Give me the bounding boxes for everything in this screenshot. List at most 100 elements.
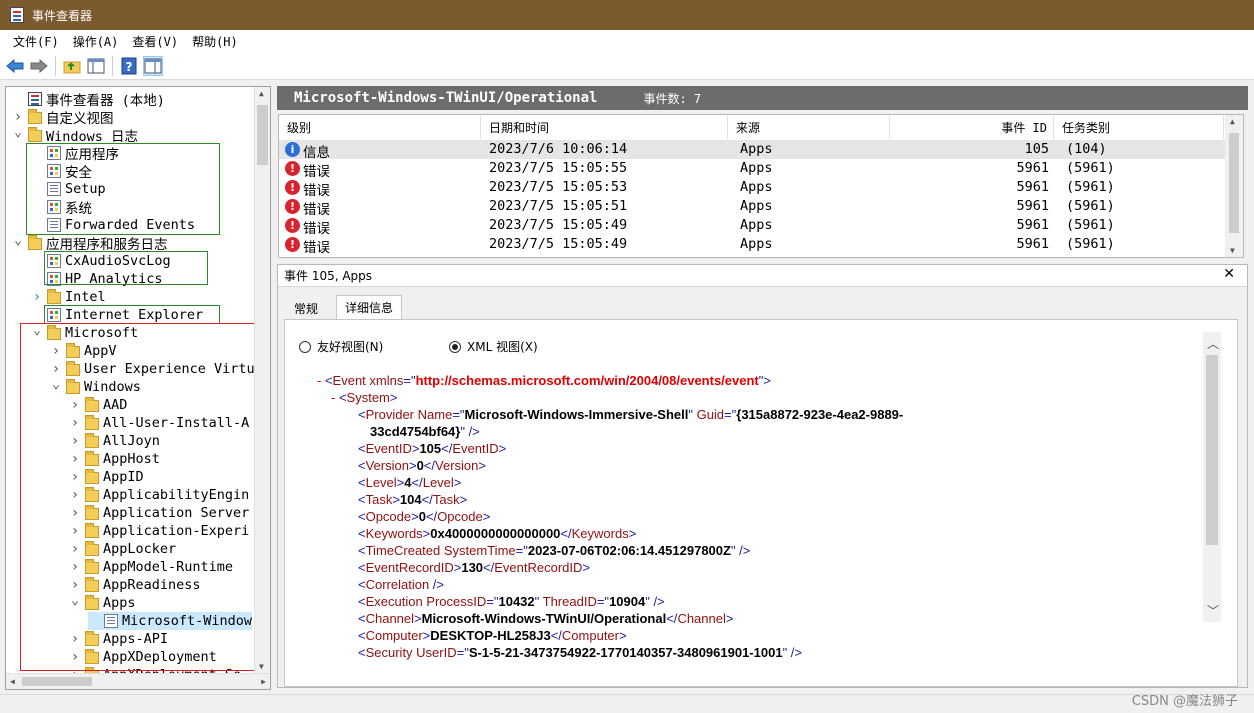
chevron-down-icon[interactable]: ⌄ <box>50 377 62 392</box>
xml-view[interactable]: - <Event xmlns="http://schemas.microsoft… <box>307 360 1203 662</box>
tree-item[interactable]: 事件查看器 (本地) <box>12 90 165 109</box>
tree-item[interactable]: Forwarded Events <box>31 216 195 234</box>
chevron-right-icon[interactable]: › <box>69 649 81 665</box>
event-row[interactable]: ! 错误 2023/7/5 15:05:49 Apps 5961 (5961) <box>279 235 1225 256</box>
tree-item[interactable]: Internet Explorer <box>31 306 203 324</box>
chevron-right-icon[interactable]: › <box>12 109 24 125</box>
column-header[interactable]: 日期和时间 <box>481 115 728 139</box>
tree-item[interactable]: ⌄ Microsoft <box>31 323 138 342</box>
event-list[interactable]: 级别 日期和时间 来源 事件 ID 任务类别 i 信息 2023/7/6 10:06:14 A… <box>278 114 1244 258</box>
properties-pane-icon[interactable] <box>143 55 163 76</box>
chevron-right-icon[interactable]: › <box>50 361 62 377</box>
xml-view-radio[interactable]: XML 视图(X) <box>449 338 538 355</box>
menu-item-3[interactable]: 帮助(H) <box>185 33 245 50</box>
chevron-right-icon[interactable]: › <box>69 559 81 575</box>
log-header-bar: Microsoft-Windows-TWinUI/Operational 事件数… <box>277 86 1248 110</box>
tree-item[interactable]: ⌄ Windows <box>50 377 141 396</box>
chevron-right-icon[interactable]: › <box>69 397 81 413</box>
menu-item-1[interactable]: 操作(A) <box>66 33 126 50</box>
tree-item[interactable]: › AllJoyn <box>69 432 160 450</box>
chevron-right-icon[interactable]: › <box>69 577 81 593</box>
tree-item[interactable]: › AppLocker <box>69 540 176 558</box>
tree-item[interactable]: › All-User-Install-A <box>69 414 249 432</box>
tree-horizontal-scrollbar[interactable]: ◀ ▶ <box>6 673 270 689</box>
tree-item[interactable]: HP Analytics <box>31 270 163 288</box>
help-icon[interactable]: ? <box>119 56 139 76</box>
chevron-right-icon[interactable]: › <box>31 289 43 305</box>
tree-item[interactable]: › AppXDeployment <box>69 648 217 666</box>
tree-item[interactable]: › 自定义视图 <box>12 108 114 127</box>
tree-item[interactable]: › AppV <box>50 342 117 360</box>
tab-general[interactable]: 常规 <box>286 297 326 319</box>
up-folder-icon[interactable] <box>62 56 82 76</box>
close-icon[interactable]: ✕ <box>1223 266 1235 282</box>
tree-item[interactable]: 应用程序 <box>31 144 119 163</box>
xml-view-scrollbar[interactable]: ︿ ﹀ <box>1203 332 1221 622</box>
chevron-right-icon[interactable]: › <box>69 523 81 539</box>
tree-vertical-scrollbar[interactable]: ▲ ▼ <box>254 87 270 673</box>
chevron-right-icon[interactable]: › <box>69 505 81 521</box>
tree-item[interactable]: › Application-Experi <box>69 522 249 540</box>
column-header[interactable]: 事件 ID <box>890 115 1054 139</box>
folder-icon <box>28 108 42 124</box>
tree-item[interactable]: ⌄ Windows 日志 <box>12 125 138 146</box>
chevron-right-icon[interactable]: › <box>50 343 62 359</box>
forward-arrow-icon[interactable] <box>29 56 49 76</box>
column-header[interactable]: 任务类别 <box>1054 115 1224 139</box>
event-row[interactable]: ! 错误 2023/7/5 15:05:51 Apps 5961 (5961) <box>279 197 1225 218</box>
tree-item[interactable]: › AppID <box>69 468 144 486</box>
tree-item[interactable]: Setup <box>31 180 106 198</box>
chevron-right-icon[interactable]: › <box>69 487 81 503</box>
tree-item[interactable]: CxAudioSvcLog <box>31 252 171 270</box>
tree-item[interactable]: › Apps-API <box>69 630 168 648</box>
event-datetime: 2023/7/5 15:05:49 <box>489 236 628 252</box>
tree-item-label: 事件查看器 (本地) <box>46 93 165 109</box>
event-level: 错误 <box>303 221 330 237</box>
chevron-right-icon[interactable]: › <box>69 451 81 467</box>
menu-item-2[interactable]: 查看(V) <box>125 33 185 50</box>
event-list-scrollbar[interactable]: ▲ ▼ <box>1225 115 1243 257</box>
event-level: 错误 <box>303 240 330 256</box>
tree-item[interactable]: ⌄ Apps <box>69 593 135 612</box>
tree-item[interactable]: › User Experience Virtu <box>50 360 255 378</box>
event-source: Apps <box>740 236 773 252</box>
show-hide-tree-icon[interactable] <box>86 56 106 76</box>
tree-item[interactable]: ⌄ 应用程序和服务日志 <box>12 233 167 254</box>
radio-circle-selected <box>449 340 461 353</box>
chevron-down-icon[interactable]: ⌄ <box>12 125 24 140</box>
chevron-right-icon[interactable]: › <box>69 541 81 557</box>
tree-item[interactable]: 安全 <box>31 162 92 181</box>
chevron-down-icon[interactable]: ⌄ <box>31 323 43 338</box>
event-row[interactable]: ! 错误 2023/7/5 15:05:49 Apps 5961 (5961) <box>279 216 1225 237</box>
event-row-partial[interactable] <box>279 254 1225 257</box>
chevron-down-icon[interactable]: ⌄ <box>69 593 81 608</box>
navigation-tree[interactable]: 事件查看器 (本地) › 自定义视图 ⌄ Windows 日志 应用程序 安全 Setup 系统… <box>5 86 271 690</box>
menu-item-0[interactable]: 文件(F) <box>6 33 66 50</box>
tree-item[interactable]: › AAD <box>69 396 127 414</box>
tree-item[interactable]: › AppReadiness <box>69 576 201 594</box>
tree-item[interactable]: Microsoft-Window <box>88 612 253 630</box>
chevron-down-icon[interactable]: ⌄ <box>12 233 24 248</box>
tree-item[interactable]: › Application Server <box>69 504 249 522</box>
tab-details[interactable]: 详细信息 <box>336 295 403 319</box>
chevron-right-icon[interactable]: › <box>69 415 81 431</box>
friendly-view-radio[interactable]: 友好视图(N) <box>299 338 383 355</box>
chevron-right-icon[interactable]: › <box>69 631 81 647</box>
log-icon <box>47 164 61 178</box>
xml-line: <Computer>DESKTOP-HL258J3</Computer> <box>358 628 627 643</box>
event-row[interactable]: ! 错误 2023/7/5 15:05:53 Apps 5961 (5961) <box>279 178 1225 199</box>
event-row[interactable]: ! 错误 2023/7/5 15:05:55 Apps 5961 (5961) <box>279 159 1225 180</box>
tree-item[interactable]: 系统 <box>31 198 92 217</box>
column-header[interactable]: 级别 <box>279 115 481 139</box>
chevron-right-icon[interactable]: › <box>69 433 81 449</box>
back-arrow-icon[interactable] <box>5 56 25 76</box>
tree-item[interactable]: › ApplicabilityEngin <box>69 486 249 504</box>
chevron-right-icon[interactable]: › <box>69 469 81 485</box>
event-row[interactable]: i 信息 2023/7/6 10:06:14 Apps 105 (104) <box>279 140 1225 161</box>
column-header[interactable]: 来源 <box>728 115 890 139</box>
tree-item[interactable]: › AppHost <box>69 450 160 468</box>
tree-item[interactable]: › AppModel-Runtime <box>69 558 233 576</box>
tree-item[interactable]: › Intel <box>31 288 106 306</box>
